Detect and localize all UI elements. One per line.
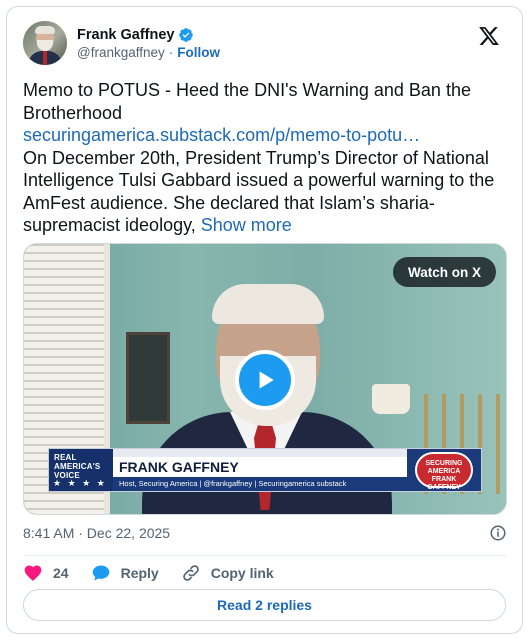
author-info: Frank Gaffney @frankgaffney · Follow [77,27,220,60]
show-badge: SECURING AMERICA FRANK GAFFNEY [407,449,481,491]
show-more-link[interactable]: Show more [201,215,292,235]
handle-separator: · [168,44,174,60]
post-meta: 8:41 AM · Dec 22, 2025 [23,523,507,543]
play-button[interactable] [235,350,295,410]
action-bar: 24 Reply Copy link [23,561,274,585]
lower-third-subtitle: Host, Securing America | @frankgaffney |… [113,477,407,491]
play-icon [259,371,274,389]
like-count: 24 [53,565,69,581]
copy-link-label: Copy link [210,565,274,581]
link-icon [182,565,199,581]
lower-third-name: FRANK GAFFNEY [119,459,239,475]
reply-label: Reply [120,565,159,581]
post-timestamp[interactable]: 8:41 AM · Dec 22, 2025 [23,525,170,541]
copy-link-button[interactable]: Copy link [181,563,274,583]
divider [23,555,506,556]
info-icon[interactable] [489,524,507,542]
heart-icon [24,565,42,581]
video-player[interactable]: Watch on X REAL AMERICA'S VOICE ★ ★ ★ ★ … [23,243,507,515]
like-button[interactable]: 24 [23,563,69,583]
x-logo-icon[interactable] [478,25,500,47]
post-text: Memo to POTUS - Heed the DNI's Warning a… [23,79,513,237]
post-headline: Memo to POTUS - Heed the DNI's Warning a… [23,80,471,123]
video-lower-third: REAL AMERICA'S VOICE ★ ★ ★ ★ FRANK GAFFN… [48,448,482,492]
reply-button[interactable]: Reply [91,563,159,583]
lamp [372,384,410,414]
network-logo: REAL AMERICA'S VOICE ★ ★ ★ ★ [49,449,113,491]
follow-button[interactable]: Follow [177,45,220,60]
author-handle[interactable]: @frankgaffney [77,45,165,60]
wall-picture [126,332,170,424]
read-replies-button[interactable]: Read 2 replies [23,589,506,621]
avatar[interactable] [23,21,67,65]
post-link[interactable]: securingamerica.substack.com/p/memo-to-p… [23,124,513,147]
author-name[interactable]: Frank Gaffney [77,27,175,43]
post-header: Frank Gaffney @frankgaffney · Follow [23,19,508,67]
reply-bubble-icon [92,565,109,581]
watch-on-x-button[interactable]: Watch on X [393,257,496,287]
verified-badge-icon [178,27,193,42]
post-card: Frank Gaffney @frankgaffney · Follow Mem… [6,6,523,634]
